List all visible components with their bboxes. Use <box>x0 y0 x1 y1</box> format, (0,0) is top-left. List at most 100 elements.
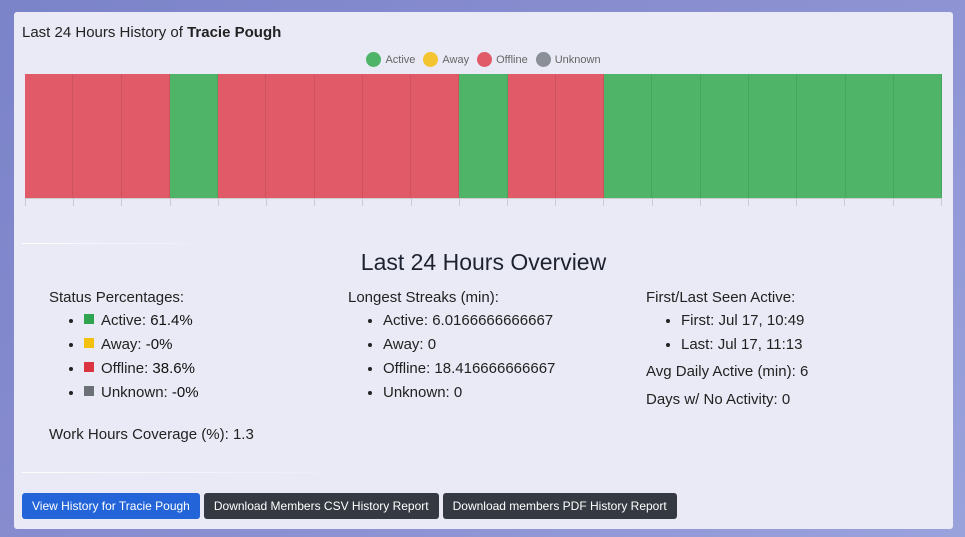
legend-label-unknown: Unknown <box>554 53 601 66</box>
status-item-offline: Offline: 38.6% <box>84 360 199 378</box>
avg-daily-active-value: 6 <box>799 363 809 380</box>
swatch-active <box>84 314 94 325</box>
work-hours-coverage: Work Hours Coverage (%): 1.3 <box>49 426 254 443</box>
timeline-segment-offline[interactable] <box>73 74 122 198</box>
status-item-unknown: Unknown: -0% <box>84 384 199 402</box>
streak-value: 0 <box>427 336 437 353</box>
timeline-segment-offline[interactable] <box>121 74 170 198</box>
timeline-tick <box>844 198 892 206</box>
divider-top <box>22 243 222 244</box>
timeline-tick <box>458 198 507 206</box>
download-pdf-button[interactable]: Download members PDF History Report <box>442 493 677 519</box>
timeline-tick <box>410 198 459 206</box>
timeline-segment-active[interactable] <box>604 74 653 198</box>
streak-value: 18.416666666667 <box>434 360 556 377</box>
swatch-offline <box>84 362 94 373</box>
timeline-segment-active[interactable] <box>797 74 846 198</box>
streak-value: 0 <box>453 384 463 401</box>
status-timeline <box>25 74 943 199</box>
days-no-activity-value: 0 <box>781 391 791 408</box>
status-value: -0% <box>145 336 173 353</box>
first-last-heading: First/Last Seen Active: <box>646 289 796 306</box>
timeline-tick <box>555 198 603 206</box>
legend-label-away: Away <box>442 53 470 66</box>
status-label: Unknown: <box>101 384 168 401</box>
streak-label: Offline: <box>383 360 431 377</box>
timeline-segment-offline[interactable] <box>507 74 556 198</box>
status-percentages: Status Percentages: Active: 61.4% Away: … <box>49 289 199 408</box>
legend-dot-unknown <box>535 52 551 67</box>
timeline-tick <box>507 198 555 206</box>
timeline-segment-active[interactable] <box>893 74 943 198</box>
last-seen-item: Last: Jul 17, 11:13 <box>681 336 808 354</box>
view-history-button[interactable]: View History for Tracie Pough <box>22 493 200 519</box>
swatch-unknown <box>84 386 94 397</box>
status-item-away: Away: -0% <box>84 336 199 354</box>
swatch-away <box>84 338 94 349</box>
timeline-tick <box>121 198 169 206</box>
avg-daily-active: Avg Daily Active (min): 6 <box>646 360 808 384</box>
first-seen-label: First: <box>681 312 715 329</box>
timeline-tick <box>25 198 73 206</box>
longest-streaks: Longest Streaks (min): Active: 6.0166666… <box>348 289 555 408</box>
timeline-segment-active[interactable] <box>748 74 798 198</box>
streak-value: 6.0166666666667 <box>432 312 554 329</box>
timeline-segment-active[interactable] <box>652 74 701 198</box>
streak-item-offline: Offline: 18.416666666667 <box>383 360 555 378</box>
divider-bottom <box>22 472 362 473</box>
timeline-tick <box>796 198 844 206</box>
timeline-segment-offline[interactable] <box>25 74 74 198</box>
timeline-tick <box>603 198 651 206</box>
legend-label-active: Active <box>385 53 416 66</box>
timeline-segment-offline[interactable] <box>218 74 267 198</box>
streak-label: Active: <box>383 312 429 329</box>
streak-label: Away: <box>383 336 424 353</box>
legend-label-offline: Offline <box>496 53 528 66</box>
legend-dot-away <box>423 52 439 67</box>
legend-item-active[interactable]: Active <box>366 52 415 67</box>
work-hours-value: 1.3 <box>232 426 254 443</box>
timeline-segment-offline[interactable] <box>362 74 412 198</box>
status-percentages-heading: Status Percentages: <box>49 289 185 306</box>
timeline-segment-active[interactable] <box>845 74 894 198</box>
download-csv-button[interactable]: Download Members CSV History Report <box>203 493 439 519</box>
timeline-segment-offline[interactable] <box>314 74 363 198</box>
timeline-tick <box>362 198 410 206</box>
streak-label: Unknown: <box>383 384 450 401</box>
work-hours-label: Work Hours Coverage (%): <box>49 426 229 443</box>
status-label: Active: <box>101 312 147 329</box>
first-seen-value: Jul 17, 10:49 <box>718 312 805 329</box>
first-last-seen: First/Last Seen Active: First: Jul 17, 1… <box>646 289 808 412</box>
timeline-tick <box>217 198 266 206</box>
timeline-segment-active[interactable] <box>169 74 219 198</box>
legend-item-away[interactable]: Away <box>423 52 469 67</box>
timeline-tick <box>651 198 700 206</box>
timeline-segment-active[interactable] <box>700 74 749 198</box>
last-seen-label: Last: <box>681 336 714 353</box>
legend: Active Away Offline Unknown <box>14 52 953 67</box>
status-value: -0% <box>171 384 199 401</box>
timeline-segment-offline[interactable] <box>411 74 460 198</box>
streak-item-active: Active: 6.0166666666667 <box>383 312 555 330</box>
longest-streaks-heading: Longest Streaks (min): <box>348 289 499 306</box>
timeline-tick <box>169 198 218 206</box>
chart-title: Last 24 Hours History of Tracie Pough <box>22 24 281 41</box>
legend-item-offline[interactable]: Offline <box>477 52 528 67</box>
streak-item-away: Away: 0 <box>383 336 555 354</box>
overview-title: Last 24 Hours Overview <box>360 249 607 275</box>
legend-item-unknown[interactable]: Unknown <box>535 52 601 67</box>
timeline-tick <box>266 198 314 206</box>
timeline-tick <box>73 198 121 206</box>
action-buttons: View History for Tracie Pough Download M… <box>22 493 677 519</box>
first-seen-item: First: Jul 17, 10:49 <box>681 312 808 330</box>
history-card: Last 24 Hours History of Tracie Pough Ac… <box>14 12 953 529</box>
timeline-tick <box>892 198 942 206</box>
legend-dot-active <box>366 52 382 67</box>
chart-title-user: Tracie Pough <box>187 24 282 41</box>
timeline-tick <box>699 198 748 206</box>
chart-title-prefix: Last 24 Hours History of <box>22 24 183 41</box>
last-seen-value: Jul 17, 11:13 <box>717 336 803 353</box>
timeline-segment-offline[interactable] <box>266 74 315 198</box>
timeline-segment-active[interactable] <box>459 74 508 198</box>
timeline-segment-offline[interactable] <box>555 74 605 198</box>
